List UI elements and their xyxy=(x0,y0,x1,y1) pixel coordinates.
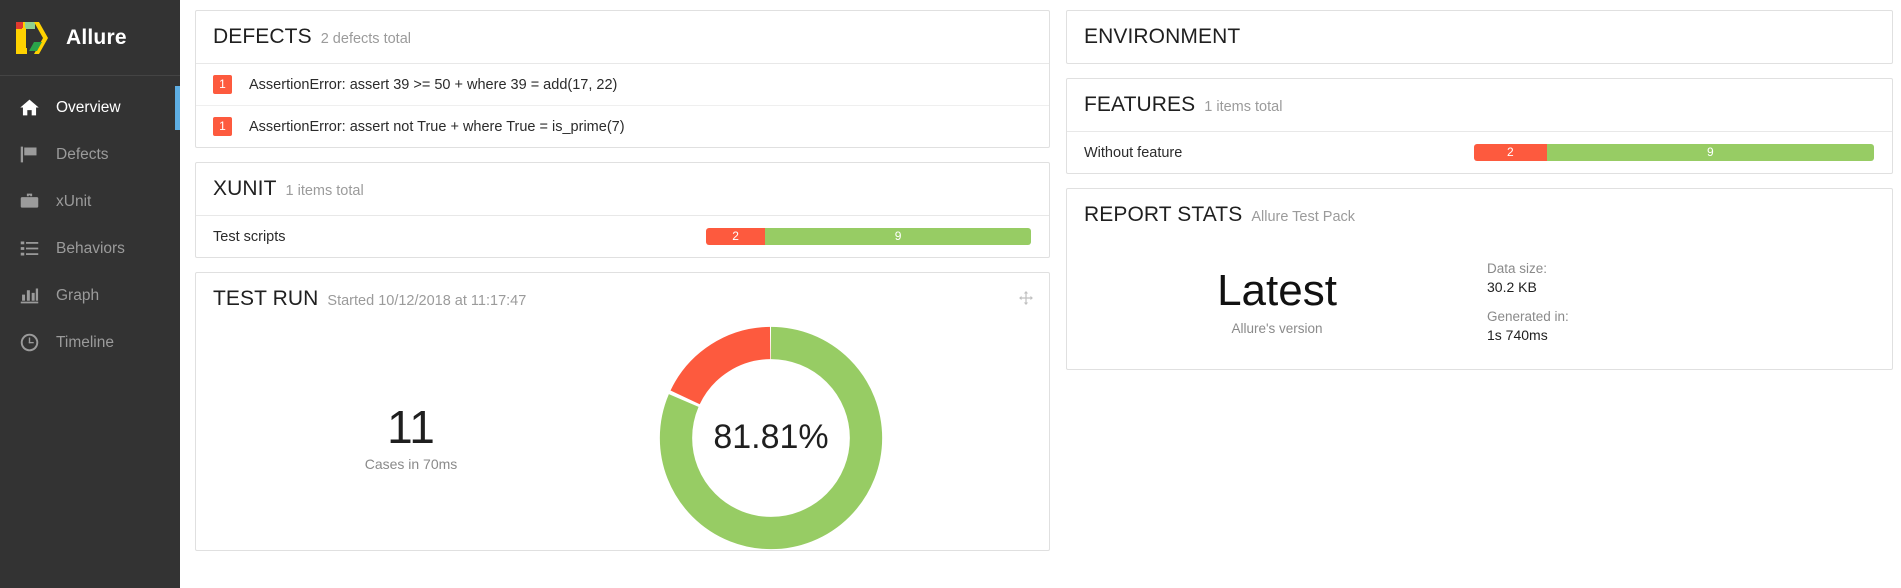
status-badge: 1 xyxy=(213,117,232,136)
status-bar-failed: 2 xyxy=(706,228,766,245)
sidebar-item-timeline[interactable]: Timeline xyxy=(0,319,180,366)
fact-value: 30.2 KB xyxy=(1487,279,1537,295)
test-run-chart: 81.81% xyxy=(626,324,916,552)
sidebar-item-label: Graph xyxy=(56,286,100,304)
home-icon xyxy=(18,97,40,119)
defect-message: AssertionError: assert 39 >= 50 + where … xyxy=(249,76,618,93)
status-bar-passed: 9 xyxy=(1546,144,1874,161)
defects-title: DEFECTS xyxy=(213,25,312,48)
environment-title: ENVIRONMENT xyxy=(1084,25,1241,48)
move-cross-icon[interactable] xyxy=(1018,290,1034,306)
features-subtitle: 1 items total xyxy=(1204,99,1283,115)
fact-key: Generated in: xyxy=(1487,309,1569,324)
sidebar-item-label: xUnit xyxy=(56,192,92,210)
fact-generated-in: Generated in: 1s 740ms xyxy=(1487,309,1569,343)
sidebar-item-overview[interactable]: Overview xyxy=(0,84,180,131)
right-column: ENVIRONMENT FEATURES 1 items total Witho… xyxy=(1066,10,1893,588)
sidebar-item-label: Behaviors xyxy=(56,239,125,257)
test-run-header: TEST RUN Started 10/12/2018 at 11:17:47 xyxy=(196,273,1049,325)
features-title: FEATURES xyxy=(1084,93,1196,116)
sidebar-item-defects[interactable]: Defects xyxy=(0,131,180,178)
row-label: Test scripts xyxy=(213,228,286,245)
sidebar-item-xunit[interactable]: xUnit xyxy=(0,178,180,225)
flag-icon xyxy=(18,144,40,166)
table-row[interactable]: 1 AssertionError: assert 39 >= 50 + wher… xyxy=(196,64,1049,106)
report-stats-facts: Data size: 30.2 KB Generated in: 1s 740m… xyxy=(1487,261,1569,343)
xunit-header: XUNIT 1 items total xyxy=(196,163,1049,216)
allure-version-label: Allure's version xyxy=(1231,320,1323,336)
sidebar-nav: Overview Defects xUnit Behaviors Graph T… xyxy=(0,76,180,366)
sidebar-item-behaviors[interactable]: Behaviors xyxy=(0,225,180,272)
test-run-body: 11 Cases in 70ms 81.81% xyxy=(196,325,1049,550)
report-stats-title: REPORT STATS xyxy=(1084,203,1243,226)
allure-logo-icon xyxy=(12,18,52,58)
report-stats-subtitle: Allure Test Pack xyxy=(1251,209,1356,225)
defect-message: AssertionError: assert not True + where … xyxy=(249,118,625,135)
allure-version-value: Latest xyxy=(1217,266,1337,316)
row-label: Without feature xyxy=(1084,144,1183,161)
environment-header: ENVIRONMENT xyxy=(1067,11,1892,63)
fact-key: Data size: xyxy=(1487,261,1548,276)
report-stats-widget: REPORT STATS Allure Test Pack Latest All… xyxy=(1066,188,1893,370)
sidebar: Allure Overview Defects xUnit Behaviors … xyxy=(0,0,180,588)
list-icon xyxy=(18,238,40,260)
table-row[interactable]: 1 AssertionError: assert not True + wher… xyxy=(196,106,1049,147)
status-badge: 1 xyxy=(213,75,232,94)
defects-header: DEFECTS 2 defects total xyxy=(196,11,1049,64)
test-run-widget: TEST RUN Started 10/12/2018 at 11:17:47 … xyxy=(195,272,1050,551)
defects-subtitle: 2 defects total xyxy=(320,31,411,47)
xunit-subtitle: 1 items total xyxy=(285,183,364,199)
sidebar-item-label: Defects xyxy=(56,145,109,163)
clock-icon xyxy=(18,332,40,354)
test-run-title: TEST RUN xyxy=(213,287,319,310)
test-run-summary: 11 Cases in 70ms xyxy=(196,400,626,473)
brand-header[interactable]: Allure xyxy=(0,0,180,76)
brand-title: Allure xyxy=(66,25,127,49)
donut-center-label: 81.81% xyxy=(713,418,829,456)
fact-value: 1s 740ms xyxy=(1487,327,1548,343)
bar-chart-icon xyxy=(18,285,40,307)
allure-report-app: Allure Overview Defects xUnit Behaviors … xyxy=(0,0,1901,588)
donut-chart[interactable]: 81.81% xyxy=(657,324,885,552)
xunit-widget: XUNIT 1 items total Test scripts 2 9 xyxy=(195,162,1050,258)
report-stats-body: Latest Allure's version Data size: 30.2 … xyxy=(1067,241,1892,369)
sidebar-item-label: Overview xyxy=(56,98,121,116)
status-bar[interactable]: 2 9 xyxy=(1474,144,1874,161)
defects-widget: DEFECTS 2 defects total 1 AssertionError… xyxy=(195,10,1050,148)
sidebar-item-label: Timeline xyxy=(56,333,114,351)
xunit-title: XUNIT xyxy=(213,177,277,200)
status-bar-passed: 9 xyxy=(765,228,1031,245)
report-stats-header: REPORT STATS Allure Test Pack xyxy=(1067,189,1892,241)
allure-version-block: Latest Allure's version xyxy=(1067,266,1487,336)
table-row[interactable]: Without feature 2 9 xyxy=(1067,132,1892,173)
suitcase-icon xyxy=(18,191,40,213)
left-column: DEFECTS 2 defects total 1 AssertionError… xyxy=(195,10,1050,588)
environment-widget: ENVIRONMENT xyxy=(1066,10,1893,64)
fact-data-size: Data size: 30.2 KB xyxy=(1487,261,1569,295)
status-bar-failed: 2 xyxy=(1474,144,1547,161)
test-run-total: 11 xyxy=(387,400,435,453)
status-bar[interactable]: 2 9 xyxy=(706,228,1031,245)
table-row[interactable]: Test scripts 2 9 xyxy=(196,216,1049,257)
test-run-subtitle: Started 10/12/2018 at 11:17:47 xyxy=(327,293,527,309)
sidebar-item-graph[interactable]: Graph xyxy=(0,272,180,319)
main-content: DEFECTS 2 defects total 1 AssertionError… xyxy=(180,0,1901,588)
features-widget: FEATURES 1 items total Without feature 2… xyxy=(1066,78,1893,174)
test-run-caption: Cases in 70ms xyxy=(364,456,458,473)
features-header: FEATURES 1 items total xyxy=(1067,79,1892,132)
